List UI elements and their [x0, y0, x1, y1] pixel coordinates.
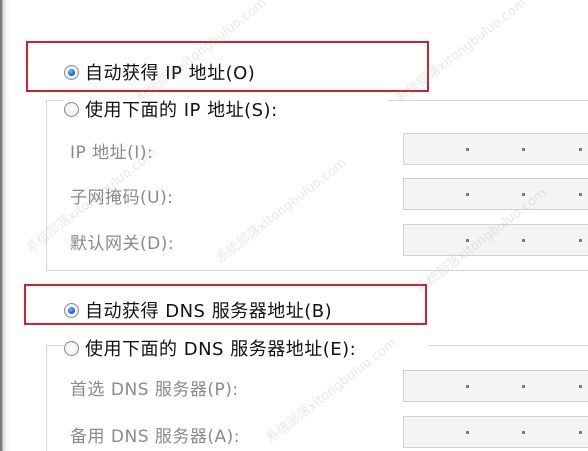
auto-dns-highlight — [24, 284, 427, 325]
ip-dot — [579, 193, 582, 196]
ip-dot — [579, 239, 582, 242]
manual-dns-radio[interactable] — [64, 340, 79, 356]
manual-dns-option[interactable]: 使用下面的 DNS 服务器地址(E): — [64, 336, 356, 360]
ip-group-border-bottom — [46, 270, 588, 271]
ip-address-input[interactable] — [403, 133, 588, 165]
ip-dot — [466, 385, 469, 388]
ip-dot — [466, 239, 469, 242]
manual-ip-option[interactable]: 使用下面的 IP 地址(S): — [64, 97, 278, 121]
ip-dot — [466, 431, 469, 434]
manual-dns-label[interactable]: 使用下面的 DNS 服务器地址(E): — [85, 335, 356, 361]
ip-group-border-left — [46, 100, 47, 270]
ip-dot — [579, 148, 582, 151]
ip-dot — [466, 148, 469, 151]
window-left-border — [0, 0, 10, 451]
default-gateway-label: 默认网关(D): — [70, 234, 175, 254]
ip-dot — [522, 239, 525, 242]
ip-group-border-top — [46, 100, 64, 101]
ip-dot — [522, 148, 525, 151]
ip-dot — [579, 385, 582, 388]
ip-group-border-top-right — [388, 100, 588, 101]
auto-ip-highlight — [26, 41, 429, 92]
ip-dot — [579, 431, 582, 434]
dns-group-border-top — [46, 345, 64, 346]
preferred-dns-input[interactable] — [403, 370, 588, 402]
default-gateway-input[interactable] — [403, 224, 588, 256]
ip-dot — [466, 193, 469, 196]
ip-dot — [522, 385, 525, 388]
dns-group-border-left — [46, 345, 47, 451]
manual-ip-label[interactable]: 使用下面的 IP 地址(S): — [85, 96, 278, 122]
ip-dot — [522, 193, 525, 196]
ip-address-label: IP 地址(I): — [70, 143, 154, 163]
dns-group-border-top-right — [428, 345, 588, 346]
watermark: 系统部落xitongbuluo.com — [213, 155, 350, 267]
ip-dot — [522, 431, 525, 434]
preferred-dns-label: 首选 DNS 服务器(P): — [70, 380, 239, 400]
subnet-mask-label: 子网掩码(U): — [70, 188, 174, 208]
alternate-dns-label: 备用 DNS 服务器(A): — [70, 427, 241, 447]
manual-ip-radio[interactable] — [64, 101, 79, 117]
subnet-mask-input[interactable] — [403, 178, 588, 210]
alternate-dns-input[interactable] — [403, 416, 588, 448]
